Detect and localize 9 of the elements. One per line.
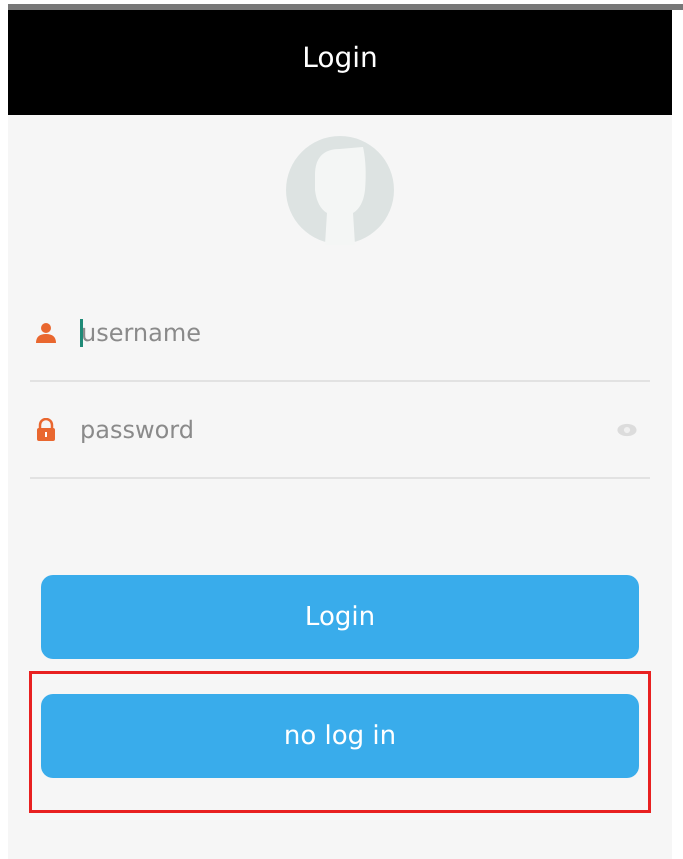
person-icon — [34, 320, 58, 344]
eye-icon[interactable] — [616, 422, 638, 436]
lock-icon — [34, 418, 58, 442]
action-button[interactable]: no log in — [41, 694, 639, 778]
screen-title: Login — [302, 41, 378, 74]
action-button[interactable]: Login — [41, 575, 639, 659]
input-field[interactable]: password — [80, 416, 616, 444]
input-field[interactable]: username — [81, 318, 638, 346]
avatar-silhouette-icon — [285, 135, 395, 245]
